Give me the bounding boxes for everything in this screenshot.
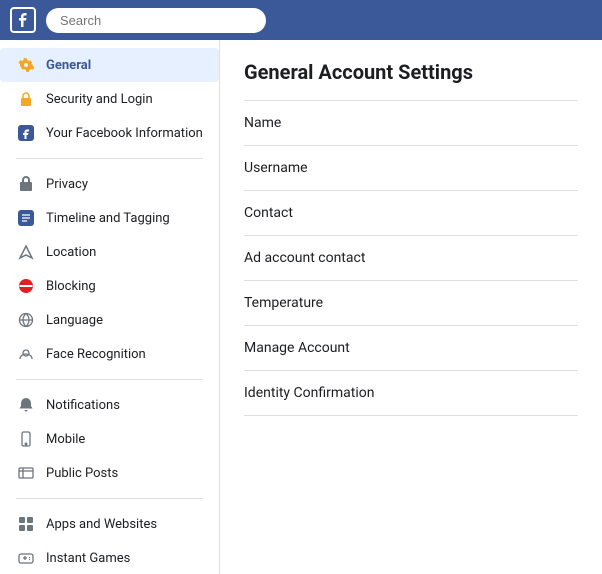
sidebar-item-location-label: Location (46, 245, 96, 260)
content-row-username[interactable]: Username (244, 146, 578, 191)
content-row-manage-account[interactable]: Manage Account (244, 326, 578, 371)
games-icon (16, 548, 36, 568)
sidebar-item-blocking[interactable]: Blocking (0, 269, 219, 303)
page-title: General Account Settings (244, 60, 578, 84)
sidebar-item-location[interactable]: Location (0, 235, 219, 269)
content-row-temperature[interactable]: Temperature (244, 281, 578, 326)
lock-icon (16, 89, 36, 109)
sidebar-item-instant-games-label: Instant Games (46, 551, 130, 566)
search-input[interactable] (46, 8, 266, 33)
fb-info-icon (16, 123, 36, 143)
sidebar-item-apps-label: Apps and Websites (46, 517, 157, 532)
sidebar-item-face-recognition-label: Face Recognition (46, 347, 146, 362)
sidebar-item-privacy-label: Privacy (46, 177, 88, 192)
sidebar-item-apps[interactable]: Apps and Websites (0, 507, 219, 541)
content-row-identity-confirmation-label: Identity Confirmation (244, 385, 374, 401)
content-row-name[interactable]: Name (244, 101, 578, 146)
location-icon (16, 242, 36, 262)
content-row-temperature-label: Temperature (244, 295, 323, 311)
sidebar-item-language-label: Language (46, 313, 103, 328)
mobile-icon (16, 429, 36, 449)
sidebar-item-notifications-label: Notifications (46, 398, 120, 413)
facebook-logo (10, 7, 36, 33)
sidebar-item-instant-games[interactable]: Instant Games (0, 541, 219, 574)
sidebar-item-notifications[interactable]: Notifications (0, 388, 219, 422)
content-row-ad-account-contact-label: Ad account contact (244, 250, 365, 266)
navbar (0, 0, 602, 40)
divider-3 (16, 498, 203, 499)
sidebar-item-timeline-label: Timeline and Tagging (46, 211, 170, 226)
content-row-name-label: Name (244, 115, 281, 131)
sidebar-item-privacy[interactable]: Privacy (0, 167, 219, 201)
public-posts-icon (16, 463, 36, 483)
sidebar-item-language[interactable]: Language (0, 303, 219, 337)
timeline-icon (16, 208, 36, 228)
sidebar-item-timeline[interactable]: Timeline and Tagging (0, 201, 219, 235)
language-icon (16, 310, 36, 330)
gear-icon (16, 55, 36, 75)
content-panel: General Account Settings Name Username C… (220, 40, 602, 574)
sidebar-item-general-label: General (46, 58, 91, 73)
sidebar: General Security and Login Your Facebook… (0, 40, 220, 574)
content-row-ad-account-contact[interactable]: Ad account contact (244, 236, 578, 281)
divider-1 (16, 158, 203, 159)
sidebar-item-mobile-label: Mobile (46, 432, 85, 447)
sidebar-item-blocking-label: Blocking (46, 279, 96, 294)
privacy-icon (16, 174, 36, 194)
sidebar-item-general[interactable]: General (0, 48, 219, 82)
sidebar-item-security[interactable]: Security and Login (0, 82, 219, 116)
apps-icon (16, 514, 36, 534)
content-row-username-label: Username (244, 160, 308, 176)
content-row-contact[interactable]: Contact (244, 191, 578, 236)
divider-2 (16, 379, 203, 380)
sidebar-item-security-label: Security and Login (46, 92, 153, 107)
blocking-icon (16, 276, 36, 296)
content-row-manage-account-label: Manage Account (244, 340, 350, 356)
sidebar-item-public-posts-label: Public Posts (46, 466, 118, 481)
content-row-contact-label: Contact (244, 205, 293, 221)
sidebar-item-facebook-info[interactable]: Your Facebook Information (0, 116, 219, 150)
sidebar-item-public-posts[interactable]: Public Posts (0, 456, 219, 490)
sidebar-item-fbinfo-label: Your Facebook Information (46, 126, 203, 141)
face-recognition-icon (16, 344, 36, 364)
content-row-identity-confirmation[interactable]: Identity Confirmation (244, 371, 578, 416)
main-layout: General Security and Login Your Facebook… (0, 40, 602, 574)
bell-icon (16, 395, 36, 415)
sidebar-item-face-recognition[interactable]: Face Recognition (0, 337, 219, 371)
sidebar-item-mobile[interactable]: Mobile (0, 422, 219, 456)
